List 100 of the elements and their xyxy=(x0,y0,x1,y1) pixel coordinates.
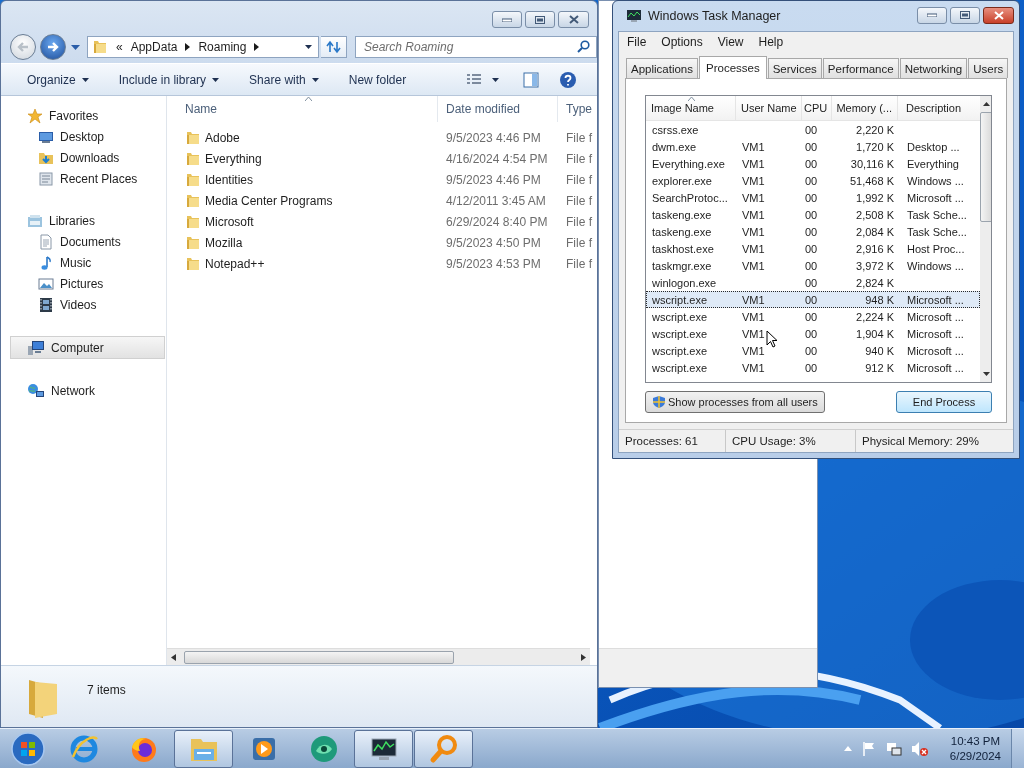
column-header[interactable]: User Name xyxy=(736,96,802,120)
tab[interactable]: Performance xyxy=(822,58,899,78)
help-icon[interactable] xyxy=(559,70,577,89)
breadcrumb-item[interactable]: AppData xyxy=(130,40,178,54)
process-row[interactable]: dwm.exe VM1 00 1,720 K Desktop ... xyxy=(646,138,980,155)
column-header[interactable]: Type xyxy=(558,96,592,122)
toolbar-button[interactable]: Include in library xyxy=(106,69,232,90)
process-row[interactable]: wscript.exe VM1 00 948 K Microsoft ... xyxy=(646,291,980,308)
vertical-scrollbar[interactable] xyxy=(980,96,991,382)
column-header[interactable]: Memory (... xyxy=(832,96,898,120)
column-header[interactable]: Name xyxy=(177,96,438,122)
process-row[interactable]: wscript.exe VM1 00 1,904 K Microsoft ... xyxy=(646,325,980,342)
speaker-muted-icon[interactable] xyxy=(910,740,929,757)
history-caret-icon[interactable] xyxy=(71,44,80,50)
nav-item[interactable]: Libraries xyxy=(1,210,166,231)
menu-item[interactable]: File xyxy=(627,35,647,49)
maximize-button[interactable] xyxy=(950,6,980,24)
scroll-thumb[interactable] xyxy=(980,112,991,222)
network-monitor-icon[interactable] xyxy=(885,740,902,757)
process-row[interactable]: wscript.exe VM1 00 940 K Microsoft ... xyxy=(646,342,980,359)
nav-item[interactable]: Music xyxy=(1,252,166,273)
tab[interactable]: Processes xyxy=(699,56,767,79)
file-name[interactable]: Mozilla xyxy=(177,234,438,251)
forward-button[interactable] xyxy=(40,34,66,60)
caret-icon xyxy=(212,77,220,82)
nav-item[interactable]: Downloads xyxy=(1,147,166,168)
horizontal-scrollbar[interactable] xyxy=(167,648,590,665)
nav-item[interactable]: Documents xyxy=(1,231,166,252)
toolbar-button[interactable]: Organize xyxy=(15,69,101,90)
column-header[interactable]: Image Name xyxy=(646,96,736,120)
column-header[interactable]: Date modified xyxy=(438,96,558,122)
close-button[interactable] xyxy=(983,6,1014,24)
clock-time[interactable]: 10:43 PM xyxy=(950,733,1001,749)
search-field[interactable]: Search Roaming xyxy=(355,36,597,58)
show-desktop-button[interactable] xyxy=(1011,729,1024,768)
show-all-processes-button[interactable]: Show processes from all users xyxy=(645,391,825,413)
scroll-left-icon[interactable] xyxy=(171,653,176,661)
nav-item[interactable]: Recent Places xyxy=(1,168,166,189)
type-cell-text: File f xyxy=(565,193,592,208)
type-cell-text: File f xyxy=(565,130,592,145)
address-bar[interactable]: « AppData Roaming xyxy=(87,36,319,58)
scroll-up-icon[interactable] xyxy=(983,102,990,106)
minimize-button[interactable] xyxy=(917,6,947,24)
toolbar-button[interactable]: Share with xyxy=(237,69,331,90)
nav-item[interactable]: Videos xyxy=(1,294,166,315)
nav-item[interactable]: Network xyxy=(1,380,166,401)
process-row[interactable]: Everything.exe VM1 00 30,116 K Everything xyxy=(646,155,980,172)
process-cell: VM1 xyxy=(742,157,765,170)
back-button[interactable] xyxy=(10,34,36,60)
process-row[interactable]: explorer.exe VM1 00 51,468 K Windows ... xyxy=(646,172,980,189)
scroll-thumb[interactable] xyxy=(184,650,454,664)
date-cell-text: 6/29/2024 8:40 PM xyxy=(445,214,549,229)
clock-date[interactable]: 6/29/2024 xyxy=(949,748,1001,764)
menu-item[interactable]: Options xyxy=(661,35,703,49)
start-orb-icon[interactable] xyxy=(10,730,46,767)
process-row[interactable]: csrss.exe 00 2,220 K xyxy=(646,121,980,138)
chevron-icon[interactable] xyxy=(254,43,260,51)
column-header[interactable]: Description xyxy=(898,96,978,120)
minimize-button[interactable] xyxy=(492,11,522,28)
file-name[interactable]: Everything xyxy=(177,150,438,167)
process-cell: taskeng.exe xyxy=(652,208,712,221)
nav-item[interactable]: Computer xyxy=(10,336,165,359)
nav-item[interactable]: Desktop xyxy=(1,126,166,147)
file-name[interactable]: Identities xyxy=(177,171,438,188)
process-row[interactable]: taskeng.exe VM1 00 2,508 K Task Sche... xyxy=(646,206,980,223)
file-name[interactable]: Notepad++ xyxy=(177,255,438,272)
nav-item[interactable]: Pictures xyxy=(1,273,166,294)
view-list-icon[interactable] xyxy=(466,72,482,87)
process-row[interactable]: wscript.exe VM1 00 912 K Microsoft ... xyxy=(646,359,980,376)
process-row[interactable]: taskhost.exe VM1 00 2,916 K Host Proc... xyxy=(646,240,980,257)
breadcrumb-item[interactable]: Roaming xyxy=(198,40,247,54)
scroll-down-icon[interactable] xyxy=(983,372,990,376)
preview-pane-icon[interactable] xyxy=(523,71,539,88)
tab[interactable]: Users xyxy=(968,58,1009,78)
process-row[interactable]: SearchProtoc... VM1 00 1,992 K Microsoft ... xyxy=(646,189,980,206)
scroll-right-icon[interactable] xyxy=(581,653,586,661)
breadcrumb-overflow[interactable]: « xyxy=(116,40,123,54)
column-header[interactable]: CPU xyxy=(802,96,832,120)
tab[interactable]: Services xyxy=(767,58,822,78)
process-row[interactable]: taskmgr.exe VM1 00 3,972 K Windows ... xyxy=(646,257,980,274)
end-process-button[interactable]: End Process xyxy=(896,391,992,413)
date-cell-text: 9/5/2023 4:46 PM xyxy=(445,172,542,187)
process-cell: VM1 xyxy=(742,293,765,306)
process-row[interactable]: winlogon.exe 00 2,824 K xyxy=(646,274,980,291)
chevron-icon[interactable] xyxy=(185,43,191,51)
file-name[interactable]: Microsoft xyxy=(177,213,438,230)
menu-item[interactable]: Help xyxy=(758,35,784,49)
nav-item[interactable]: Favorites xyxy=(1,105,166,126)
tab[interactable]: Applications xyxy=(626,58,698,78)
file-name[interactable]: Adobe xyxy=(177,129,438,146)
process-row[interactable]: wscript.exe VM1 00 2,224 K Microsoft ... xyxy=(646,308,980,325)
file-name[interactable]: Media Center Programs xyxy=(177,192,438,209)
taskbar-button[interactable] xyxy=(354,729,413,768)
maximize-button[interactable] xyxy=(525,11,555,28)
toolbar-button[interactable]: New folder xyxy=(336,69,419,90)
close-button[interactable] xyxy=(558,11,589,28)
process-row[interactable]: taskeng.exe VM1 00 2,084 K Task Sche... xyxy=(646,223,980,240)
menu-item[interactable]: View xyxy=(717,35,744,49)
tab[interactable]: Networking xyxy=(899,58,968,78)
refresh-button[interactable] xyxy=(321,36,347,58)
